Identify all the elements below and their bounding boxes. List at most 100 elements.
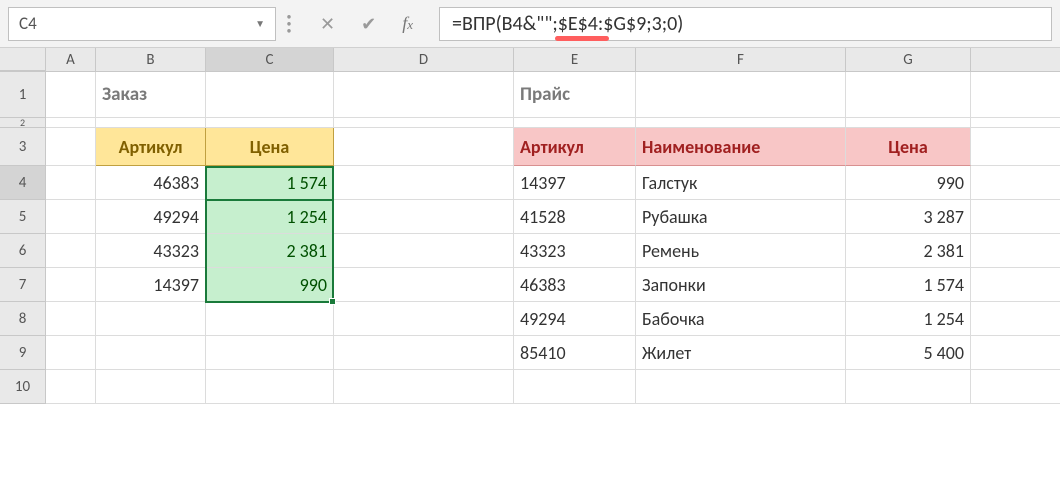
cell-C10[interactable] <box>206 370 334 404</box>
cell-G8[interactable]: 1 254 <box>846 302 971 336</box>
cell-C9[interactable] <box>206 336 334 370</box>
cell-G3[interactable]: Цена <box>846 128 971 166</box>
cell-E1[interactable]: Прайс <box>514 72 636 118</box>
row-header-2[interactable]: 2 <box>0 118 46 128</box>
cell-A10[interactable] <box>46 370 96 404</box>
cell-E4[interactable]: 14397 <box>514 166 636 200</box>
cell-A8[interactable] <box>46 302 96 336</box>
name-box-dropdown-icon[interactable]: ▼ <box>255 17 265 30</box>
cell-extra-9[interactable] <box>971 336 1060 370</box>
cell-C5[interactable]: 1 254 <box>206 200 334 234</box>
cell-extra-6[interactable] <box>971 234 1060 268</box>
cell-extra-5[interactable] <box>971 200 1060 234</box>
column-header-F[interactable]: F <box>636 48 846 71</box>
cell-B2[interactable] <box>96 118 206 128</box>
cell-D6[interactable] <box>334 234 514 268</box>
cell-E8[interactable]: 49294 <box>514 302 636 336</box>
select-all-corner[interactable] <box>0 48 46 71</box>
cell-G4[interactable]: 990 <box>846 166 971 200</box>
cell-C2[interactable] <box>206 118 334 128</box>
column-header-C[interactable]: C <box>206 48 334 71</box>
cell-extra-4[interactable] <box>971 166 1060 200</box>
cell-E6[interactable]: 43323 <box>514 234 636 268</box>
cell-A1[interactable] <box>46 72 96 118</box>
cell-A4[interactable] <box>46 166 96 200</box>
cell-D10[interactable] <box>334 370 514 404</box>
cell-B3[interactable]: Артикул <box>96 128 206 166</box>
row-header-1[interactable]: 1 <box>0 72 46 118</box>
cell-G9[interactable]: 5 400 <box>846 336 971 370</box>
insert-function-icon[interactable]: fx <box>402 13 413 34</box>
cell-F7[interactable]: Запонки <box>636 268 846 302</box>
cell-G5[interactable]: 3 287 <box>846 200 971 234</box>
cell-B4[interactable]: 46383 <box>96 166 206 200</box>
column-header-A[interactable]: A <box>46 48 96 71</box>
spreadsheet-grid[interactable]: A B C D E F G 1 Заказ Прайс 2 <box>0 48 1060 404</box>
column-header-extra[interactable] <box>971 48 1060 71</box>
column-header-B[interactable]: B <box>96 48 206 71</box>
row-header-5[interactable]: 5 <box>0 200 46 234</box>
cell-F6[interactable]: Ремень <box>636 234 846 268</box>
cell-A2[interactable] <box>46 118 96 128</box>
cell-F5[interactable]: Рубашка <box>636 200 846 234</box>
cell-A5[interactable] <box>46 200 96 234</box>
cell-F4[interactable]: Галстук <box>636 166 846 200</box>
cell-C3[interactable]: Цена <box>206 128 334 166</box>
cell-C4[interactable]: 1 574 <box>206 166 334 200</box>
cell-B1[interactable]: Заказ <box>96 72 206 118</box>
name-box[interactable]: C4 ▼ <box>8 7 276 41</box>
formula-input[interactable]: =ВПР(B4&"";$E$4:$G$9;3;0) <box>439 7 1052 41</box>
cell-A3[interactable] <box>46 128 96 166</box>
cell-G6[interactable]: 2 381 <box>846 234 971 268</box>
cell-A7[interactable] <box>46 268 96 302</box>
cell-extra-3[interactable] <box>971 128 1060 166</box>
cell-C8[interactable] <box>206 302 334 336</box>
cell-B7[interactable]: 14397 <box>96 268 206 302</box>
cell-B8[interactable] <box>96 302 206 336</box>
cell-extra-8[interactable] <box>971 302 1060 336</box>
cell-B9[interactable] <box>96 336 206 370</box>
cell-F9[interactable]: Жилет <box>636 336 846 370</box>
cell-D8[interactable] <box>334 302 514 336</box>
cell-G10[interactable] <box>846 370 971 404</box>
cell-E10[interactable] <box>514 370 636 404</box>
row-header-4[interactable]: 4 <box>0 166 46 200</box>
cell-A9[interactable] <box>46 336 96 370</box>
column-header-G[interactable]: G <box>846 48 971 71</box>
cell-extra-2[interactable] <box>971 118 1060 128</box>
cell-D4[interactable] <box>334 166 514 200</box>
row-header-9[interactable]: 9 <box>0 336 46 370</box>
cell-E5[interactable]: 41528 <box>514 200 636 234</box>
cell-B6[interactable]: 43323 <box>96 234 206 268</box>
cell-D7[interactable] <box>334 268 514 302</box>
cell-F1[interactable] <box>636 72 846 118</box>
column-header-E[interactable]: E <box>514 48 636 71</box>
row-header-10[interactable]: 10 <box>0 370 46 404</box>
cell-extra-1[interactable] <box>971 72 1060 118</box>
cell-G2[interactable] <box>846 118 971 128</box>
cell-extra-10[interactable] <box>971 370 1060 404</box>
cell-E3[interactable]: Артикул <box>514 128 636 166</box>
cancel-icon[interactable]: ✕ <box>320 13 335 35</box>
cell-D1[interactable] <box>334 72 514 118</box>
cell-C6[interactable]: 2 381 <box>206 234 334 268</box>
cell-extra-7[interactable] <box>971 268 1060 302</box>
cell-A6[interactable] <box>46 234 96 268</box>
cell-F2[interactable] <box>636 118 846 128</box>
row-header-6[interactable]: 6 <box>0 234 46 268</box>
cell-D9[interactable] <box>334 336 514 370</box>
column-header-D[interactable]: D <box>334 48 514 71</box>
cell-C7[interactable]: 990 <box>206 268 334 302</box>
accept-icon[interactable]: ✔ <box>361 13 376 35</box>
cell-E7[interactable]: 46383 <box>514 268 636 302</box>
cell-F3[interactable]: Наименование <box>636 128 846 166</box>
cell-F8[interactable]: Бабочка <box>636 302 846 336</box>
cell-F10[interactable] <box>636 370 846 404</box>
cell-E9[interactable]: 85410 <box>514 336 636 370</box>
row-header-8[interactable]: 8 <box>0 302 46 336</box>
row-header-7[interactable]: 7 <box>0 268 46 302</box>
cell-B10[interactable] <box>96 370 206 404</box>
cell-G7[interactable]: 1 574 <box>846 268 971 302</box>
cell-E2[interactable] <box>514 118 636 128</box>
cell-D3[interactable] <box>334 128 514 166</box>
